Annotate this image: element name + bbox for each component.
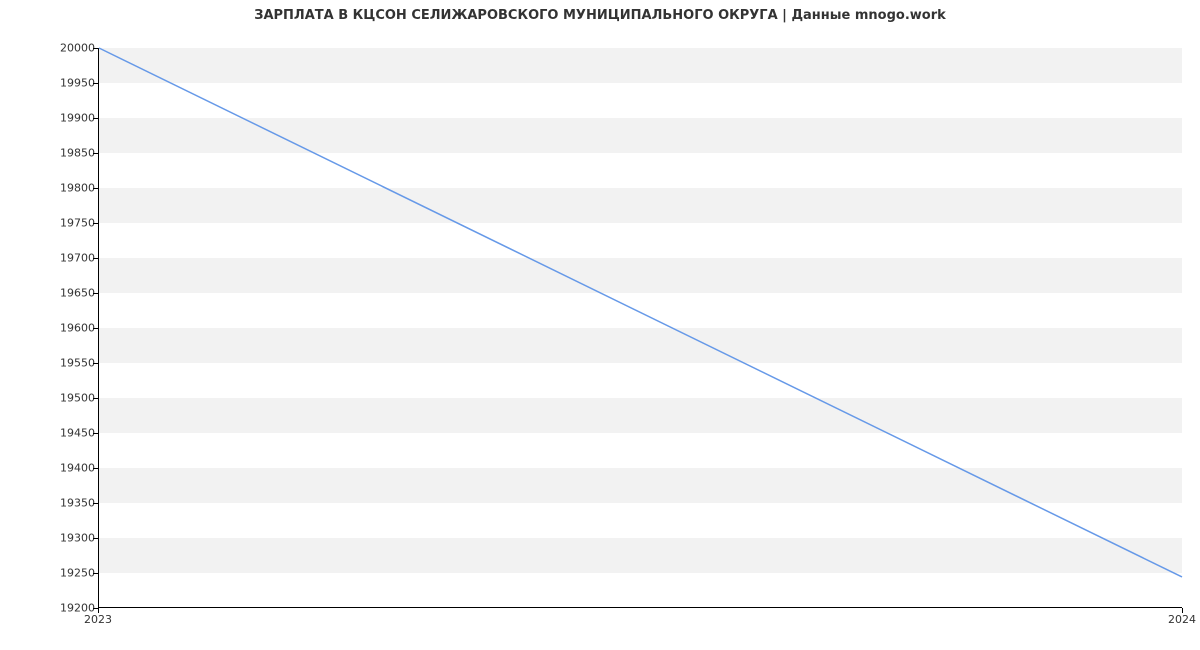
y-tick-label: 19350 xyxy=(55,497,95,510)
y-tick-mark xyxy=(93,293,98,294)
y-tick-mark xyxy=(93,83,98,84)
y-tick-mark xyxy=(93,573,98,574)
y-tick-label: 19450 xyxy=(55,427,95,440)
y-tick-label: 19650 xyxy=(55,287,95,300)
y-tick-mark xyxy=(93,433,98,434)
x-tick-mark xyxy=(1182,608,1183,613)
y-tick-mark xyxy=(93,398,98,399)
y-tick-mark xyxy=(93,258,98,259)
y-tick-label: 19900 xyxy=(55,112,95,125)
y-tick-label: 19800 xyxy=(55,182,95,195)
y-tick-label: 19250 xyxy=(55,567,95,580)
y-tick-label: 19750 xyxy=(55,217,95,230)
salary-line xyxy=(99,48,1182,577)
x-tick-label: 2024 xyxy=(1168,613,1196,626)
y-tick-mark xyxy=(93,538,98,539)
y-tick-label: 19500 xyxy=(55,392,95,405)
y-tick-mark xyxy=(93,188,98,189)
plot-area xyxy=(98,48,1182,608)
y-tick-label: 20000 xyxy=(55,42,95,55)
y-tick-label: 19550 xyxy=(55,357,95,370)
y-tick-label: 19300 xyxy=(55,532,95,545)
y-tick-label: 19950 xyxy=(55,77,95,90)
y-tick-mark xyxy=(93,118,98,119)
y-tick-mark xyxy=(93,153,98,154)
y-tick-label: 19850 xyxy=(55,147,95,160)
y-tick-label: 19400 xyxy=(55,462,95,475)
y-tick-mark xyxy=(93,48,98,49)
x-tick-mark xyxy=(98,608,99,613)
y-tick-mark xyxy=(93,328,98,329)
y-tick-mark xyxy=(93,223,98,224)
x-tick-label: 2023 xyxy=(84,613,112,626)
y-tick-mark xyxy=(93,503,98,504)
chart-title: ЗАРПЛАТА В КЦСОН СЕЛИЖАРОВСКОГО МУНИЦИПА… xyxy=(0,8,1200,23)
y-tick-label: 19600 xyxy=(55,322,95,335)
y-tick-label: 19700 xyxy=(55,252,95,265)
y-tick-mark xyxy=(93,363,98,364)
y-tick-mark xyxy=(93,468,98,469)
line-chart-svg xyxy=(99,48,1182,607)
